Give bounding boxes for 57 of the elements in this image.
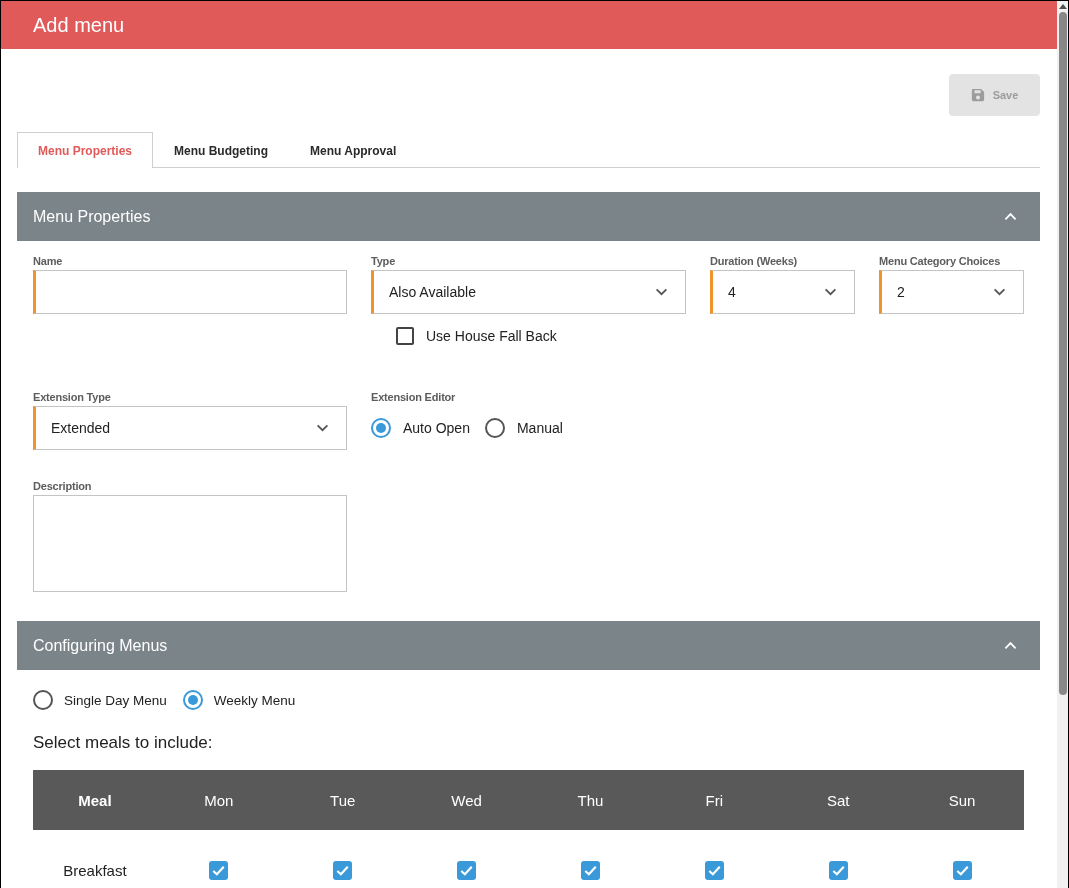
radio-label[interactable]: Single Day Menu (64, 692, 167, 708)
section-header[interactable]: Menu Properties (17, 192, 1040, 241)
dropdown-field[interactable]: Extended (33, 406, 347, 450)
column-header: Sat (826, 791, 850, 809)
radio-label[interactable]: Weekly Menu (213, 692, 296, 708)
field-label: Menu Category Choices (879, 254, 1002, 268)
column-header: Fri (705, 791, 724, 809)
field-label: Duration (Weeks) (710, 254, 799, 268)
column-header: Sun (948, 791, 976, 809)
tab[interactable]: Menu Properties (17, 132, 154, 168)
column-header: Thu (577, 791, 604, 809)
chevron-up-icon[interactable] (1004, 641, 1017, 650)
field-label: Name (33, 254, 64, 268)
radio-button[interactable] (33, 690, 53, 710)
radio-button[interactable] (371, 418, 391, 438)
scrollbar-thumb[interactable] (1058, 12, 1067, 695)
tab[interactable]: Menu Budgeting (153, 132, 289, 168)
radio-button[interactable] (484, 418, 505, 438)
text-field[interactable] (33, 270, 347, 314)
column-header: Tue (330, 791, 356, 809)
checkbox[interactable] (704, 860, 724, 880)
scrollbar-track[interactable] (1057, 1, 1068, 888)
table-cell: Breakfast (63, 861, 127, 879)
field-label: Description (33, 479, 93, 493)
radio-button[interactable] (182, 690, 203, 710)
field-label: Extension Editor (371, 390, 457, 404)
tab[interactable]: Menu Approval (289, 132, 418, 168)
text-area-field[interactable] (33, 495, 347, 592)
checkbox-label[interactable]: Use House Fall Back (426, 328, 557, 344)
chevron-down-icon (824, 288, 837, 296)
radio-label[interactable]: Auto Open (403, 420, 470, 436)
dropdown-field[interactable]: 2 (879, 270, 1024, 314)
column-header: Meal (78, 791, 112, 809)
column-header: Mon (204, 791, 234, 809)
window-title: Add menu (33, 13, 125, 37)
field-label: Type (371, 254, 397, 268)
chevron-down-icon (316, 424, 329, 432)
checkbox[interactable] (457, 860, 477, 880)
chevron-down-icon (993, 288, 1006, 296)
checkbox[interactable] (828, 860, 848, 880)
checkbox[interactable] (209, 860, 229, 880)
checkbox[interactable] (333, 860, 353, 880)
field-label: Extension Type (33, 390, 112, 404)
chevron-up-icon[interactable] (1004, 212, 1017, 221)
instruction-text: Select meals to include: (33, 733, 214, 753)
section-title: Menu Properties (33, 207, 151, 226)
column-header: Wed (451, 791, 482, 809)
scroll-up-arrow-icon[interactable] (1058, 4, 1067, 9)
checkbox[interactable] (580, 860, 600, 880)
dropdown-field[interactable]: 4 (710, 270, 855, 314)
checkbox[interactable] (952, 860, 972, 880)
dropdown-field[interactable]: Also Available (371, 270, 686, 314)
chevron-down-icon (655, 288, 668, 296)
radio-label[interactable]: Manual (516, 420, 563, 436)
section-header[interactable]: Configuring Menus (17, 621, 1040, 670)
checkbox[interactable] (396, 327, 414, 345)
section-title: Configuring Menus (33, 636, 168, 655)
